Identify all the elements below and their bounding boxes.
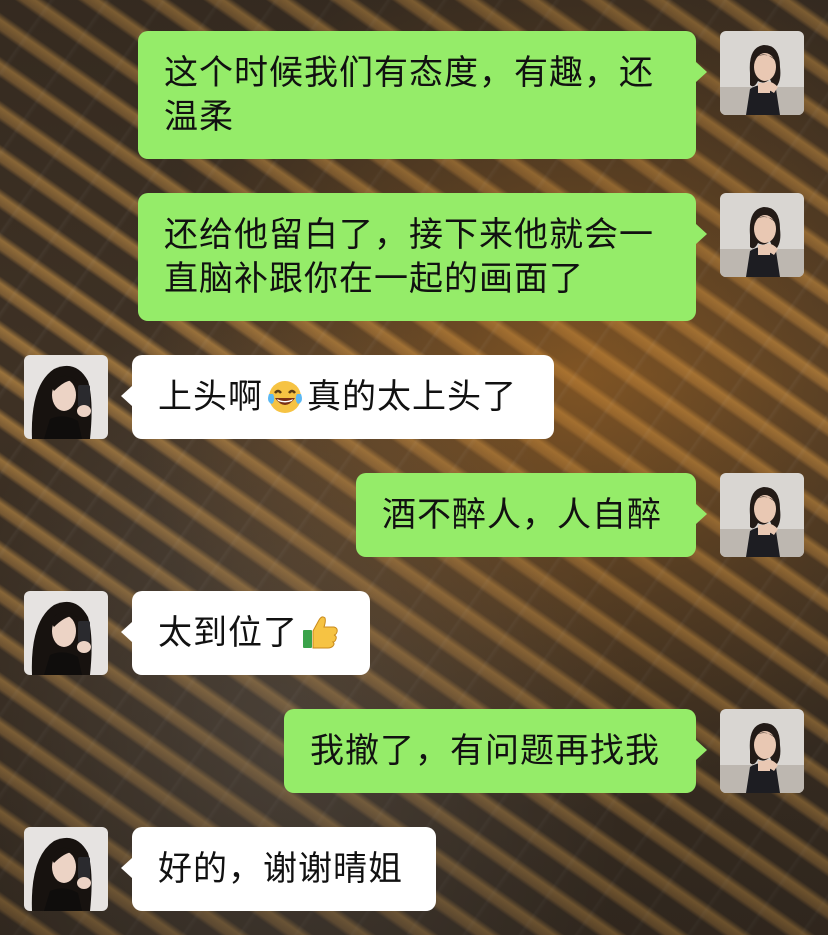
- message-text-line: 温柔: [164, 97, 234, 137]
- bubble-tail: [696, 740, 707, 760]
- avatar-self[interactable]: [720, 31, 804, 115]
- bubble-tail: [696, 504, 707, 524]
- bubble-tail: [696, 224, 707, 244]
- bubble-tail: [121, 622, 132, 642]
- bubble-tail: [121, 386, 132, 406]
- bubble-tail: [696, 62, 707, 82]
- avatar-contact[interactable]: [24, 827, 108, 911]
- message-text: 上头啊: [158, 377, 263, 417]
- message-bubble[interactable]: 酒不醉人，人自醉: [356, 473, 696, 557]
- message-text-line: 还给他留白了，接下来他就会一: [164, 215, 654, 255]
- bubble-tail: [121, 858, 132, 878]
- message-text: 我撤了，有问题再找我: [310, 731, 660, 771]
- message-text: 酒不醉人，人自醉: [382, 495, 662, 535]
- message-bubble[interactable]: 这个时候我们有态度，有趣，还 温柔: [138, 31, 696, 159]
- avatar-self[interactable]: [720, 193, 804, 277]
- message-text: 真的太上头了: [307, 377, 517, 417]
- laughing-tears-emoji-icon: [265, 376, 305, 416]
- message-bubble[interactable]: 还给他留白了，接下来他就会一 直脑补跟你在一起的画面了: [138, 193, 696, 321]
- message-text-line: 直脑补跟你在一起的画面了: [164, 259, 584, 299]
- avatar-self[interactable]: [720, 709, 804, 793]
- message-bubble[interactable]: 太到位了: [132, 591, 370, 675]
- avatar-contact[interactable]: [24, 355, 108, 439]
- message-text: 好的，谢谢晴姐: [158, 849, 403, 889]
- message-bubble[interactable]: 我撤了，有问题再找我: [284, 709, 696, 793]
- message-bubble[interactable]: 好的，谢谢晴姐: [132, 827, 436, 911]
- message-bubble[interactable]: 上头啊 真的太上头了: [132, 355, 554, 439]
- message-text-line: 这个时候我们有态度，有趣，还: [164, 53, 654, 93]
- thumbs-up-icon: [300, 612, 340, 652]
- avatar-contact[interactable]: [24, 591, 108, 675]
- avatar-self[interactable]: [720, 473, 804, 557]
- message-text: 太到位了: [158, 613, 298, 653]
